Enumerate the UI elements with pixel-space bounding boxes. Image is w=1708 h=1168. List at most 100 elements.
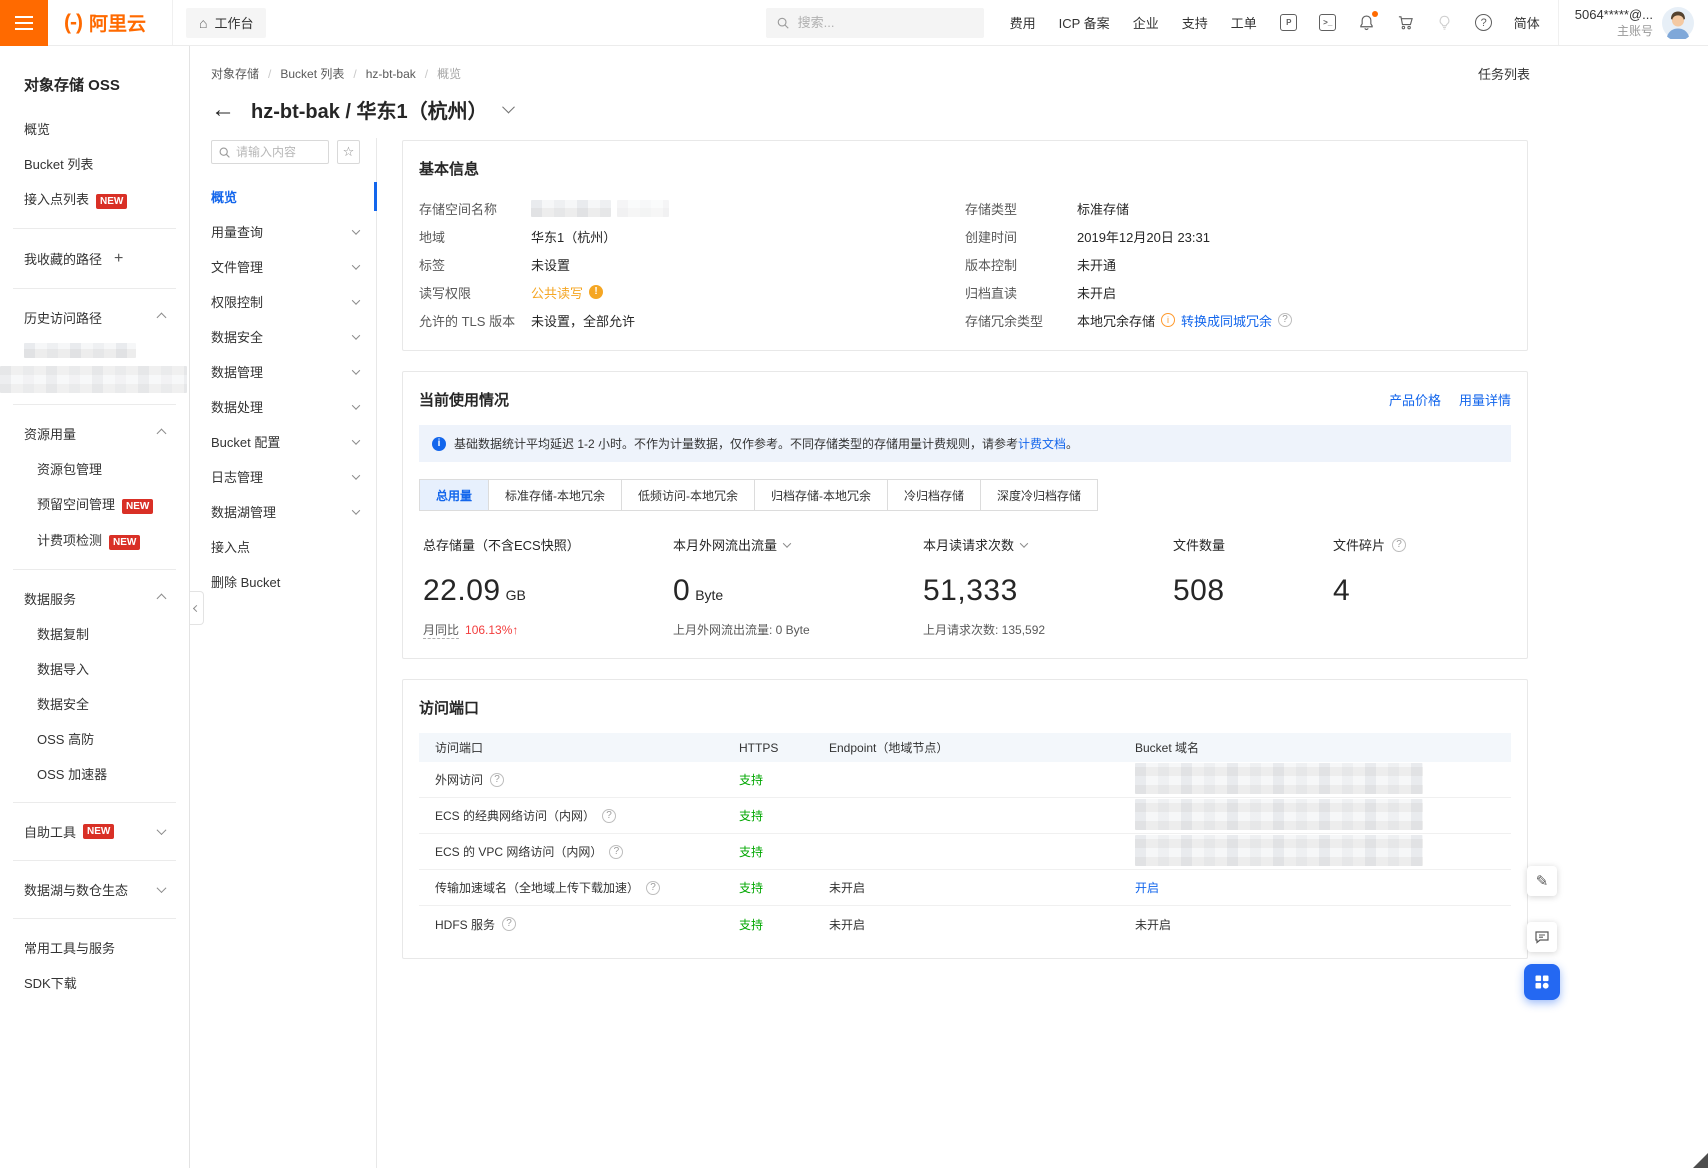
sidebar-group-datalake[interactable]: 数据湖与数仓生态	[0, 872, 189, 907]
widget-launcher-button[interactable]	[1524, 964, 1560, 1000]
subnav-item-datalake-management[interactable]: 数据湖管理	[190, 494, 376, 529]
subnav-item-file-management[interactable]: 文件管理	[190, 249, 376, 284]
nav-support[interactable]: 支持	[1182, 13, 1208, 32]
notifications-bell-icon[interactable]	[1357, 13, 1377, 33]
object-count-value: 508	[1173, 574, 1333, 608]
sidebar-item-access-points[interactable]: 接入点列表NEW	[0, 181, 189, 217]
subnav-item-log-management[interactable]: 日志管理	[190, 459, 376, 494]
help-question-icon[interactable]: ?	[490, 773, 504, 787]
divider	[13, 802, 176, 803]
subnav-item-usage-query[interactable]: 用量查询	[190, 214, 376, 249]
sidebar-item-data-import[interactable]: 数据导入	[0, 651, 189, 686]
chevron-down-icon	[352, 226, 360, 234]
subnav-item-overview[interactable]: 概览	[190, 179, 376, 214]
breadcrumb-oss[interactable]: 对象存储	[211, 65, 259, 82]
subnav-item-permission-control[interactable]: 权限控制	[190, 284, 376, 319]
sidebar-group-self-tools[interactable]: 自助工具NEW	[0, 814, 189, 849]
sidebar-collapse-handle[interactable]	[190, 591, 204, 625]
add-favorite-icon[interactable]: +	[114, 250, 123, 268]
bucket-switcher-chevron-icon[interactable]	[502, 100, 515, 113]
help-question-icon[interactable]: ?	[1392, 538, 1406, 552]
subnav-item-data-security[interactable]: 数据安全	[190, 319, 376, 354]
tab-cold-archive[interactable]: 冷归档存储	[887, 479, 981, 511]
subnav-search[interactable]	[211, 140, 329, 164]
tab-ia-lrs[interactable]: 低频访问-本地冗余	[621, 479, 755, 511]
sidebar-item-reserved-capacity[interactable]: 预留空间管理NEW	[0, 486, 189, 522]
cart-icon[interactable]	[1396, 13, 1416, 33]
sidebar-item-sdk-download[interactable]: SDK下载	[0, 965, 189, 1000]
feedback-edit-button[interactable]: ✎	[1527, 866, 1557, 896]
corner-resize-marker	[1693, 1153, 1708, 1168]
total-storage-value: 22.09	[423, 574, 501, 607]
chevron-down-icon[interactable]	[1020, 539, 1028, 547]
favorite-star-icon[interactable]: ☆	[337, 140, 360, 164]
nav-tickets[interactable]: 工单	[1231, 13, 1257, 32]
locale-switcher[interactable]: 简体	[1514, 13, 1540, 32]
sidebar-group-data-services[interactable]: 数据服务	[0, 581, 189, 616]
support-chat-button[interactable]	[1527, 922, 1557, 952]
back-arrow-icon[interactable]: ←	[211, 98, 235, 122]
sidebar-group-resource-usage[interactable]: 资源用量	[0, 416, 189, 451]
subnav-item-data-management[interactable]: 数据管理	[190, 354, 376, 389]
subnav-item-access-point[interactable]: 接入点	[190, 529, 376, 564]
breadcrumb-bucket-list[interactable]: Bucket 列表	[259, 65, 344, 82]
subnav-search-input[interactable]	[236, 145, 322, 159]
sidebar-item-bucket-list[interactable]: Bucket 列表	[0, 146, 189, 181]
app-center-icon[interactable]: P	[1279, 13, 1299, 33]
sidebar-item-resource-packages[interactable]: 资源包管理	[0, 451, 189, 486]
help-question-icon[interactable]: ?	[502, 917, 516, 931]
help-question-icon[interactable]: ?	[646, 881, 660, 895]
sidebar-item-data-security[interactable]: 数据安全	[0, 686, 189, 721]
mom-label: 月同比	[423, 623, 459, 639]
bucket-subnav: ☆ 概览 用量查询 文件管理 权限控制 数据安全 数据管理 数据处理 Bucke…	[190, 138, 377, 1168]
account-menu[interactable]: 5064*****@... 主账号	[1558, 0, 1708, 45]
nav-enterprise[interactable]: 企业	[1133, 13, 1159, 32]
ports-title: 访问端口	[419, 697, 1511, 718]
global-search[interactable]	[766, 8, 984, 38]
breadcrumb-bucket-name[interactable]: hz-bt-bak	[344, 67, 415, 81]
billing-doc-link[interactable]: 计费文档	[1018, 437, 1066, 451]
subnav-item-delete-bucket[interactable]: 删除 Bucket	[190, 564, 376, 599]
sidebar-item-billing-check[interactable]: 计费项检测NEW	[0, 522, 189, 558]
tab-archive-lrs[interactable]: 归档存储-本地冗余	[754, 479, 888, 511]
nav-billing[interactable]: 费用	[1010, 13, 1036, 32]
sidebar-item-common-tools[interactable]: 常用工具与服务	[0, 930, 189, 965]
help-question-icon[interactable]: ?	[609, 845, 623, 859]
hamburger-menu-icon[interactable]	[0, 0, 48, 46]
search-icon	[776, 16, 790, 30]
help-icon[interactable]: ?	[1474, 13, 1494, 33]
tab-total-usage[interactable]: 总用量	[419, 479, 489, 511]
sidebar-item-oss-accelerator[interactable]: OSS 加速器	[0, 756, 189, 791]
sidebar-item-overview[interactable]: 概览	[0, 111, 189, 146]
cloudshell-terminal-icon[interactable]: >_	[1318, 13, 1338, 33]
acl-value[interactable]: 公共读写	[531, 283, 583, 302]
sidebar-favorites: 我收藏的路径 +	[0, 240, 189, 277]
history-path-redacted[interactable]	[0, 366, 187, 393]
account-id: 5064*****@...	[1575, 6, 1653, 24]
tab-deep-cold-archive[interactable]: 深度冷归档存储	[980, 479, 1098, 511]
usage-detail-link[interactable]: 用量详情	[1459, 390, 1511, 409]
chevron-down-icon[interactable]	[783, 539, 791, 547]
alibaba-cloud-logo[interactable]: (-) 阿里云	[48, 0, 173, 45]
global-search-input[interactable]	[798, 15, 958, 30]
history-path-redacted[interactable]	[24, 343, 136, 358]
enable-acceleration-link[interactable]: 开启	[1135, 881, 1159, 895]
workbench-button[interactable]: ⌂ 工作台	[186, 8, 266, 38]
help-question-icon[interactable]: ?	[1278, 313, 1292, 327]
pencil-icon: ✎	[1536, 872, 1549, 890]
content: 对象存储 Bucket 列表 hz-bt-bak 概览 任务列表 ← hz-bt…	[190, 46, 1708, 1168]
task-list-link[interactable]: 任务列表	[1478, 64, 1530, 83]
tab-standard-lrs[interactable]: 标准存储-本地冗余	[488, 479, 622, 511]
sidebar-group-history[interactable]: 历史访问路径	[0, 300, 189, 335]
field-region: 地域 华东1（杭州）	[419, 222, 965, 250]
product-price-link[interactable]: 产品价格	[1389, 390, 1441, 409]
convert-redundancy-link[interactable]: 转换成同城冗余	[1181, 311, 1272, 330]
sidebar-item-data-replication[interactable]: 数据复制	[0, 616, 189, 651]
subnav-item-bucket-config[interactable]: Bucket 配置	[190, 424, 376, 459]
help-question-icon[interactable]: ?	[602, 809, 616, 823]
sidebar-title: 对象存储 OSS	[0, 60, 189, 111]
nav-icp[interactable]: ICP 备案	[1059, 13, 1110, 32]
sidebar-item-oss-anti-ddos[interactable]: OSS 高防	[0, 721, 189, 756]
subnav-item-data-processing[interactable]: 数据处理	[190, 389, 376, 424]
lightbulb-icon[interactable]	[1435, 13, 1455, 33]
